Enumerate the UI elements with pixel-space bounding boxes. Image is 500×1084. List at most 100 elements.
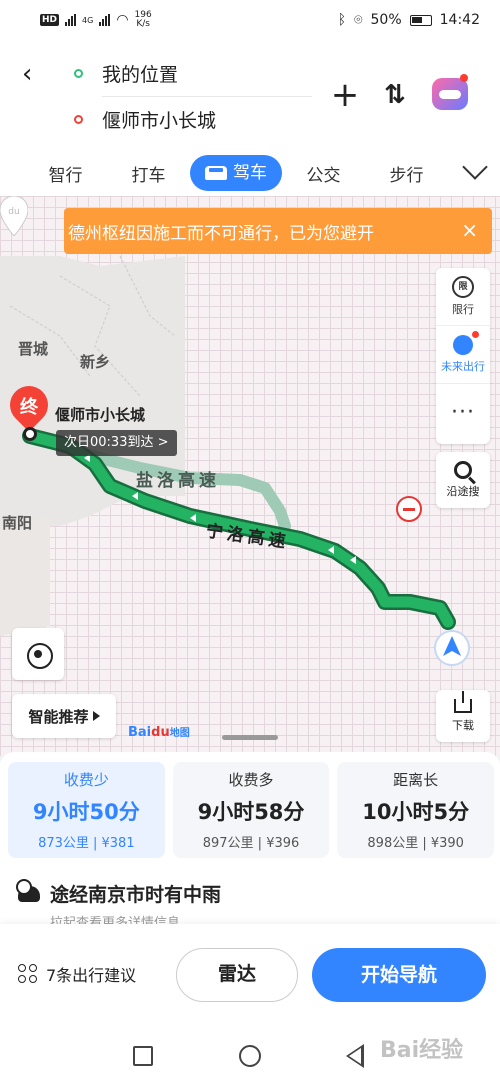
future-travel-button[interactable]: 未来出行 (436, 326, 490, 384)
watermark: Bai经验 (380, 1038, 464, 1063)
weather-notice[interactable]: 途经南京市时有中雨 (16, 878, 222, 907)
road-notice-banner[interactable]: 德州枢纽因施工而不可通行，已为您避开 × (64, 208, 492, 254)
radar-button[interactable]: 雷达 (176, 948, 298, 1002)
network-label: 4G (82, 15, 94, 25)
play-triangle-icon (92, 711, 100, 721)
chevron-down-icon[interactable] (462, 154, 488, 180)
add-waypoint-icon[interactable]: + (330, 78, 360, 112)
du-marker-icon: du (0, 196, 28, 236)
weather-cloud-icon (16, 878, 40, 902)
sheet-drag-handle[interactable] (222, 735, 278, 740)
city-label-xinxiang: 新乡 (80, 353, 111, 371)
battery-percent: 50% (370, 12, 402, 28)
more-button[interactable]: ··· (436, 384, 490, 442)
svg-text:du: du (8, 207, 19, 217)
location-icon: ⌾ (354, 12, 363, 28)
download-icon (454, 691, 472, 713)
travel-mode-tabs: 智行 打车 驾车 公交 步行 (0, 150, 500, 196)
baidu-logo: Baidu地图 (128, 724, 190, 740)
end-point-text: 偃师市小长城 (102, 109, 217, 132)
route-option-1[interactable]: 收费少 9小时50分 873公里 | ¥381 (8, 762, 165, 858)
weather-text: 途经南京市时有中雨 (50, 884, 222, 906)
restriction-icon: 限 (452, 276, 474, 298)
action-bar: 7条出行建议 雷达 开始导航 (0, 924, 500, 1028)
back-arrow-icon[interactable]: ‹ (22, 61, 46, 87)
route-option-3[interactable]: 距离长 10小时5分 898公里 | ¥390 (337, 762, 495, 858)
back-icon[interactable] (346, 1044, 364, 1068)
travel-tips-button[interactable]: 7条出行建议 (18, 962, 136, 986)
start-point-field[interactable]: 我的位置 (74, 54, 314, 92)
map-side-panel: 限 限行 未来出行 ··· (436, 268, 490, 444)
locate-button[interactable] (12, 628, 64, 680)
signal-icon-2 (99, 14, 111, 26)
speed-unit: K/s (136, 19, 150, 29)
more-icon: ··· (451, 400, 475, 425)
smart-recommend-label: 智能推荐 (28, 707, 89, 726)
restriction-label: 限行 (452, 303, 474, 316)
search-along-button[interactable]: 沿途搜 (436, 452, 490, 508)
clock: 14:42 (439, 12, 480, 28)
tab-taxi[interactable]: 打车 (107, 161, 190, 186)
assistant-icon[interactable] (432, 78, 468, 110)
route-option-meta: 897公里 | ¥396 (202, 836, 300, 851)
tab-drive-label: 驾车 (233, 163, 267, 183)
end-point-field[interactable]: 偃师市小长城 (74, 100, 314, 138)
destination-pin-label: 终 (20, 397, 38, 418)
start-point-text: 我的位置 (102, 63, 179, 86)
logo-text-c: 地图 (169, 728, 190, 739)
status-left: HD 4G ◠ 196 K/s (40, 11, 152, 29)
swap-route-icon[interactable]: ⇅ (380, 80, 410, 110)
road-label-alt: 盐洛高速 (136, 471, 220, 491)
status-bar: HD 4G ◠ 196 K/s ᛒ ⌾ 50% 14:42 (0, 0, 500, 40)
route-divider (102, 96, 312, 97)
city-label-jincheng: 晋城 (18, 340, 49, 358)
traffic-restriction-button[interactable]: 限 限行 (436, 268, 490, 326)
banner-text: 德州枢纽因施工而不可通行，已为您避开 (68, 223, 374, 244)
travel-tips-label: 7条出行建议 (46, 966, 137, 985)
search-along-label: 沿途搜 (446, 485, 480, 498)
bluetooth-icon: ᛒ (337, 12, 347, 28)
eta-label[interactable]: 次日00:33到达 > (56, 430, 177, 456)
tab-drive[interactable]: 驾车 (190, 155, 282, 191)
start-dot-icon (74, 68, 83, 78)
no-entry-icon[interactable] (396, 496, 422, 522)
end-dot-icon (74, 114, 83, 124)
route-options: 收费少 9小时50分 873公里 | ¥381 收费多 9小时58分 897公里… (8, 762, 495, 858)
assistant-badge (460, 74, 468, 82)
future-travel-label: 未来出行 (441, 360, 485, 373)
tab-walk[interactable]: 步行 (365, 161, 448, 186)
map-view[interactable]: du 德州枢纽因施工而不可通行，已为您避开 × 晋城 新乡 南阳 盐洛高速 宁洛… (0, 196, 500, 756)
map-overlay (0, 255, 470, 666)
route-option-meta: 873公里 | ¥381 (38, 836, 135, 851)
map-land-region-2 (0, 516, 50, 636)
route-option-meta: 898公里 | ¥390 (367, 836, 464, 851)
tips-grid-icon (18, 964, 38, 984)
logo-text-b: du (151, 725, 170, 740)
route-inputs: 我的位置 偃师市小长城 (64, 48, 316, 144)
route-option-time: 10小时5分 (362, 800, 470, 824)
status-right: ᛒ ⌾ 50% 14:42 (338, 12, 480, 28)
route-option-label: 收费多 (228, 771, 274, 789)
route-header: ‹ 我的位置 偃师市小长城 + ⇅ (0, 40, 500, 150)
network-speed: 196 K/s (135, 11, 152, 29)
car-icon (205, 166, 227, 180)
route-option-2[interactable]: 收费多 9小时58分 897公里 | ¥396 (172, 762, 330, 858)
search-icon (454, 461, 472, 479)
recent-apps-icon[interactable] (133, 1046, 153, 1066)
destination-name: 偃师市小长城 (55, 406, 146, 424)
route-option-label: 距离长 (393, 771, 439, 789)
future-travel-icon (453, 331, 479, 355)
download-label: 下载 (452, 719, 474, 732)
route-option-label: 收费少 (63, 771, 109, 789)
close-icon[interactable]: × (461, 218, 478, 242)
tab-zhixing[interactable]: 智行 (24, 161, 107, 186)
route-option-time: 9小时50分 (32, 800, 140, 824)
city-label-nanyang: 南阳 (2, 514, 33, 532)
home-icon[interactable] (239, 1045, 261, 1067)
download-button[interactable]: 下载 (436, 690, 490, 742)
tab-bus[interactable]: 公交 (282, 161, 365, 186)
smart-recommend-button[interactable]: 智能推荐 (12, 694, 116, 738)
start-navigation-button[interactable]: 开始导航 (312, 948, 486, 1002)
hd-badge: HD (40, 14, 60, 26)
route-option-time: 9小时58分 (197, 800, 305, 824)
